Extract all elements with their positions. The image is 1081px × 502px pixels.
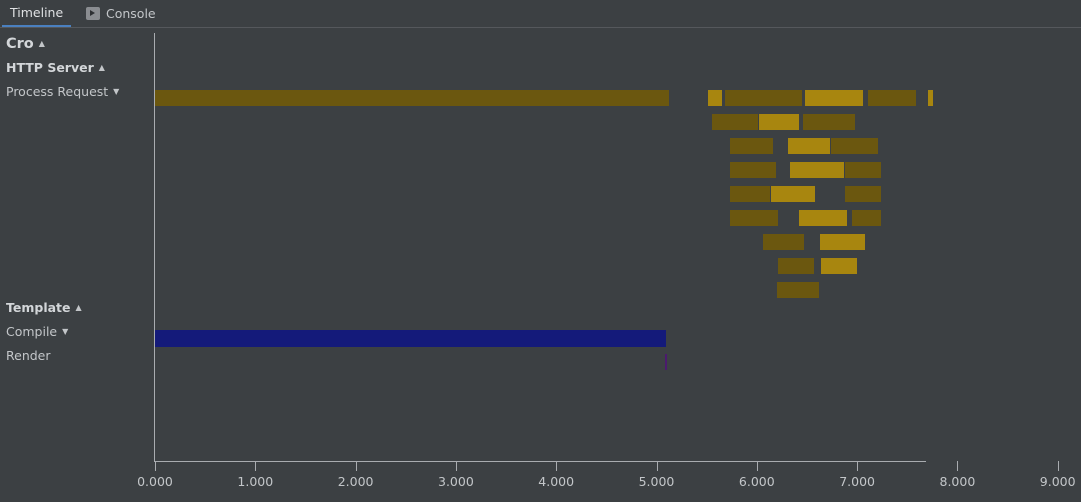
track-label-render: Render bbox=[6, 346, 51, 366]
timeline-bar[interactable] bbox=[802, 114, 856, 130]
x-axis-tick bbox=[355, 461, 357, 471]
timeline-bar[interactable] bbox=[777, 258, 814, 274]
tab-console-label: Console bbox=[106, 6, 156, 21]
x-axis-tick bbox=[556, 461, 558, 471]
chevron-down-icon[interactable]: ▼ bbox=[113, 88, 119, 96]
timeline-bar[interactable] bbox=[729, 138, 773, 154]
track-label-text: HTTP Server bbox=[6, 60, 94, 75]
timeline-bar[interactable] bbox=[868, 90, 917, 106]
timeline-bar[interactable] bbox=[155, 90, 669, 106]
x-axis-tick-label: 2.000 bbox=[337, 474, 374, 489]
x-axis-tick-label: 5.000 bbox=[638, 474, 675, 489]
track-label-cro[interactable]: Cro ▲ bbox=[6, 34, 45, 54]
timeline-bar[interactable] bbox=[852, 210, 882, 226]
timeline-bar[interactable] bbox=[770, 186, 815, 202]
timeline-bar[interactable] bbox=[831, 138, 879, 154]
track-label-template[interactable]: Template ▲ bbox=[6, 298, 82, 318]
x-axis-tick bbox=[756, 461, 758, 471]
x-axis-tick-label: 1.000 bbox=[237, 474, 274, 489]
x-axis-tick-label: 9.000 bbox=[1039, 474, 1076, 489]
tab-timeline-label: Timeline bbox=[10, 5, 64, 20]
tab-bar: Timeline Console bbox=[0, 0, 1081, 28]
timeline-bar[interactable] bbox=[724, 90, 803, 106]
timeline-bar[interactable] bbox=[729, 210, 778, 226]
timeline-bar[interactable] bbox=[789, 162, 845, 178]
x-axis-tick bbox=[455, 461, 457, 471]
track-label-http-server[interactable]: HTTP Server ▲ bbox=[6, 58, 105, 78]
x-axis-tick-label: 0.000 bbox=[137, 474, 173, 489]
timeline-bar[interactable] bbox=[845, 162, 882, 178]
x-axis-tick-label: 4.000 bbox=[538, 474, 575, 489]
x-axis-tick bbox=[155, 461, 156, 471]
x-axis-tick-label: 6.000 bbox=[738, 474, 775, 489]
timeline-bar[interactable] bbox=[729, 162, 776, 178]
track-label-text: Process Request bbox=[6, 84, 109, 99]
chevron-up-icon[interactable]: ▲ bbox=[39, 40, 45, 48]
track-label-text: Render bbox=[6, 348, 51, 363]
x-axis: 0.000 1.000 2.000 3.000 4.000 5.000 6.000 7.000… bbox=[137, 461, 1081, 502]
tab-console[interactable]: Console bbox=[78, 0, 164, 27]
x-axis-tick bbox=[1057, 461, 1059, 471]
timeline-bar[interactable] bbox=[711, 114, 758, 130]
timeline-plot-area bbox=[154, 28, 1081, 502]
chevron-up-icon[interactable]: ▲ bbox=[76, 304, 82, 312]
timeline-bar[interactable] bbox=[804, 90, 864, 106]
chevron-up-icon[interactable]: ▲ bbox=[99, 64, 105, 72]
track-label-column: Cro ▲ HTTP Server ▲ Process Request ▼ Template… bbox=[0, 28, 154, 502]
track-label-text: Compile bbox=[6, 324, 58, 339]
x-axis-tick bbox=[957, 461, 959, 471]
timeline-bar[interactable] bbox=[762, 234, 804, 250]
timeline-bar[interactable] bbox=[820, 258, 858, 274]
timeline-bar[interactable] bbox=[707, 90, 722, 106]
console-icon bbox=[86, 7, 100, 20]
track-label-process-request[interactable]: Process Request ▼ bbox=[6, 82, 119, 102]
x-axis-tick bbox=[255, 461, 257, 471]
x-axis-tick-label: 8.000 bbox=[939, 474, 976, 489]
track-label-text: Cro bbox=[6, 36, 34, 52]
timeline-bar[interactable] bbox=[155, 330, 666, 347]
timeline-bar[interactable] bbox=[798, 210, 848, 226]
x-axis-tick-label: 3.000 bbox=[437, 474, 474, 489]
chevron-down-icon[interactable]: ▼ bbox=[62, 328, 68, 336]
timeline-bar[interactable] bbox=[758, 114, 799, 130]
tab-timeline[interactable]: Timeline bbox=[2, 0, 72, 27]
timeline-bar[interactable] bbox=[776, 282, 819, 298]
timeline-bar[interactable] bbox=[928, 90, 934, 106]
track-label-text: Template bbox=[6, 300, 71, 315]
x-axis-tick-label: 7.000 bbox=[839, 474, 875, 489]
track-label-compile[interactable]: Compile ▼ bbox=[6, 322, 68, 342]
timeline-bar[interactable] bbox=[665, 354, 668, 370]
x-axis-tick bbox=[857, 461, 859, 471]
timeline-bar[interactable] bbox=[845, 186, 882, 202]
timeline-bar[interactable] bbox=[787, 138, 831, 154]
x-axis-line bbox=[154, 461, 926, 462]
timeline-bar[interactable] bbox=[819, 234, 866, 250]
timeline-bar[interactable] bbox=[729, 186, 770, 202]
x-axis-tick bbox=[656, 461, 658, 471]
